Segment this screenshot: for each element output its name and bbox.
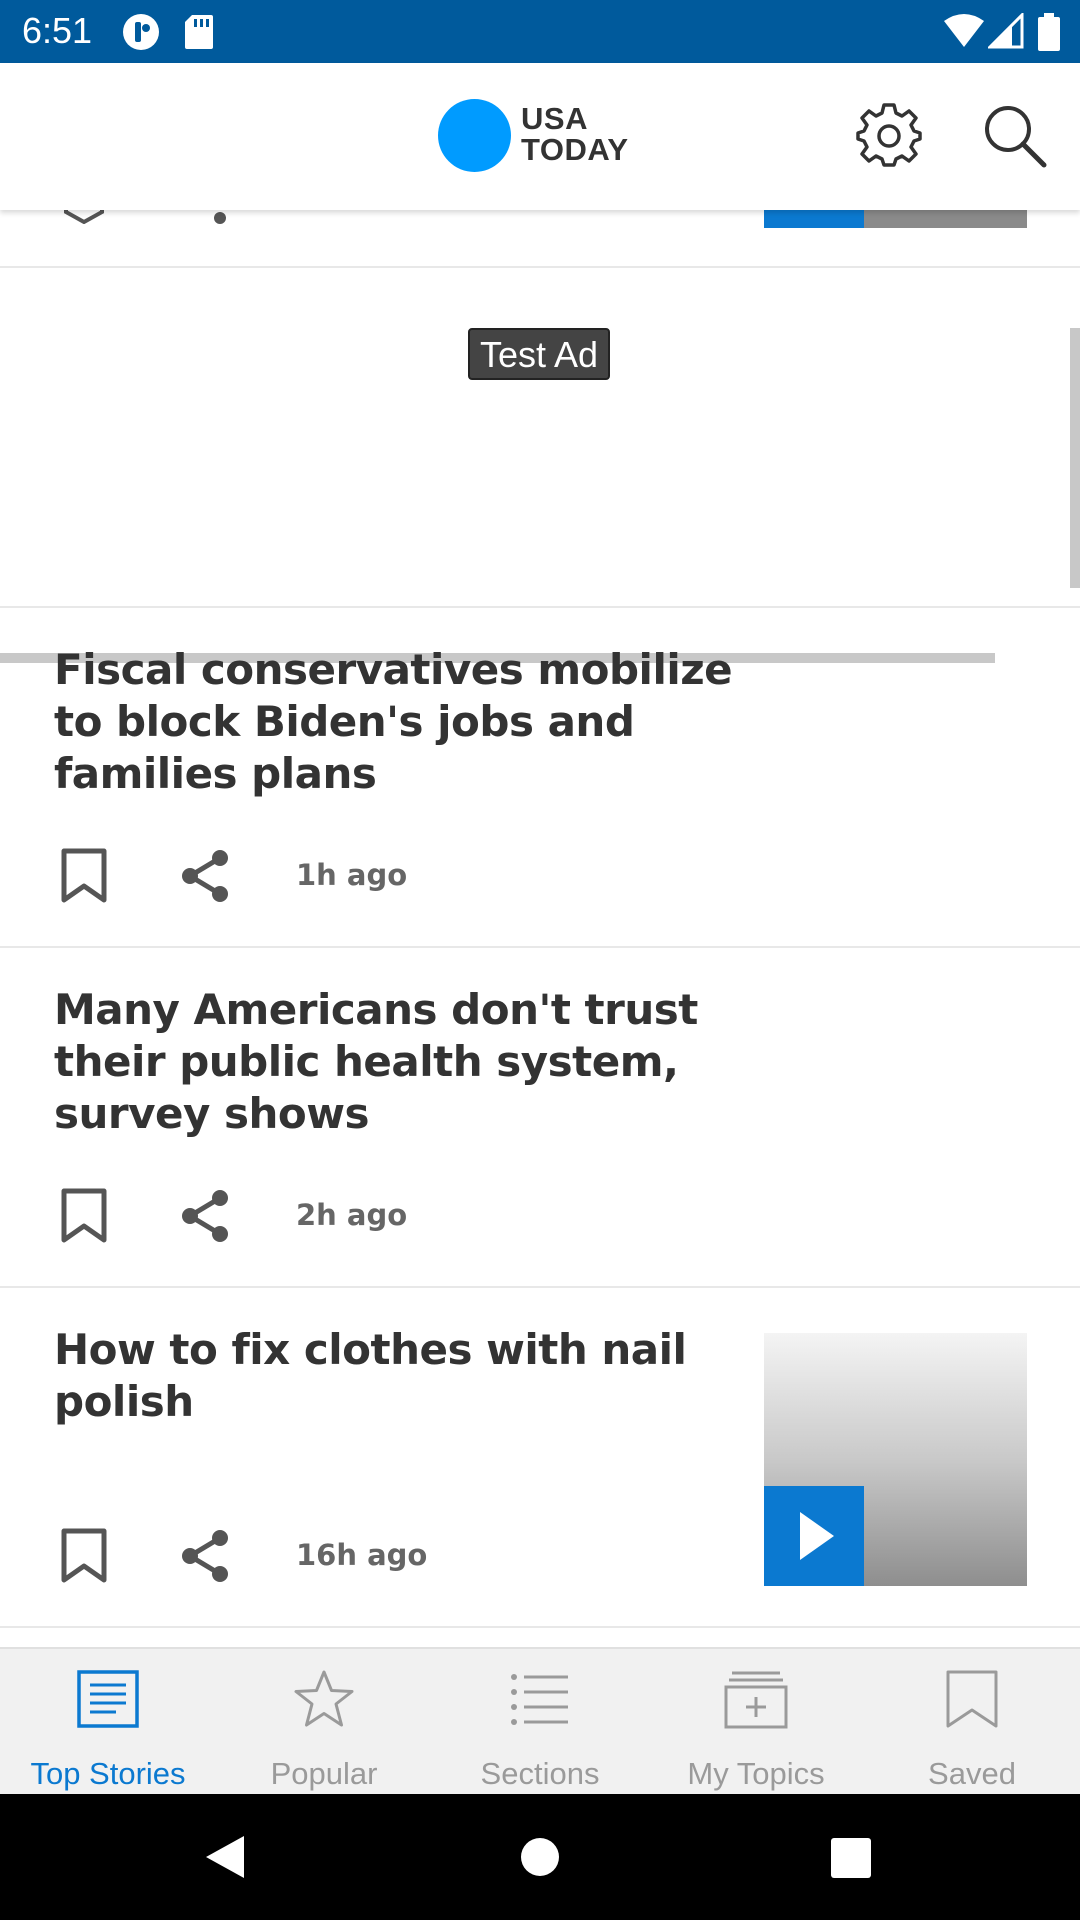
nav-label: Top Stories [30, 1756, 186, 1791]
share-icon[interactable] [214, 212, 226, 224]
notification-icon [123, 14, 159, 50]
ad-banner[interactable]: Test Ad [0, 268, 1080, 663]
sd-card-icon [185, 15, 213, 49]
story-time: 2h ago [296, 1198, 408, 1232]
search-icon[interactable] [982, 103, 1048, 169]
bookmark-icon [946, 1670, 998, 1728]
story-actions: 16h ago [0, 1526, 760, 1586]
nav-sections[interactable]: Sections [432, 1649, 648, 1794]
bookmark-icon[interactable] [58, 1188, 110, 1244]
nav-label: My Topics [687, 1756, 825, 1791]
nav-my-topics[interactable]: My Topics [648, 1649, 864, 1794]
signal-icon [988, 13, 1024, 49]
nav-label: Sections [480, 1756, 600, 1791]
news-feed[interactable]: Test Ad Fiscal conservatives mobilize to… [0, 210, 1080, 1647]
bookmark-icon[interactable] [64, 210, 104, 224]
nav-top-stories[interactable]: Top Stories [0, 1649, 216, 1794]
topics-icon [724, 1671, 788, 1729]
story-actions: 2h ago [0, 1186, 760, 1246]
nav-popular[interactable]: Popular [216, 1649, 432, 1794]
battery-icon [1038, 13, 1060, 51]
logo-line-2: TODAY [521, 132, 629, 167]
home-icon[interactable] [520, 1837, 560, 1877]
story-title[interactable]: Fiscal conservatives mobilize to block B… [54, 644, 744, 800]
ad-label: Test Ad [468, 328, 610, 380]
story-item[interactable]: Fiscal conservatives mobilize to block B… [0, 608, 1080, 946]
ad-scrollbar-vertical[interactable] [1070, 328, 1080, 588]
logo-line-1: USA [521, 101, 588, 136]
nav-label: Saved [928, 1756, 1016, 1791]
play-icon [800, 1512, 834, 1560]
bookmark-icon[interactable] [58, 1528, 110, 1584]
bottom-navigation: Top Stories Popular Sections My Topics S… [0, 1647, 1080, 1794]
story-time: 16h ago [296, 1538, 428, 1572]
story-title[interactable]: Many Americans don't trust their public … [54, 984, 744, 1140]
recents-icon[interactable] [831, 1838, 871, 1878]
app-bar: USA TODAY [0, 63, 1080, 210]
story-time: 1h ago [296, 858, 408, 892]
nav-saved[interactable]: Saved [864, 1649, 1080, 1794]
share-icon[interactable] [178, 1528, 234, 1584]
story-item[interactable]: How to fix clothes with nail polish 16h … [0, 1288, 1080, 1626]
nav-label: Popular [270, 1756, 378, 1791]
story-title[interactable]: How to fix clothes with nail polish [54, 1324, 744, 1428]
share-icon[interactable] [178, 1188, 234, 1244]
star-icon [294, 1670, 354, 1727]
video-play-button[interactable] [764, 1486, 864, 1586]
back-icon[interactable] [202, 1834, 248, 1880]
system-navigation-bar [0, 1794, 1080, 1920]
settings-icon[interactable] [856, 103, 922, 169]
wifi-icon [944, 14, 984, 47]
bookmark-icon[interactable] [58, 848, 110, 904]
status-time: 6:51 [22, 10, 93, 51]
story-item[interactable]: Many Americans don't trust their public … [0, 948, 1080, 1286]
list-icon [511, 1674, 568, 1725]
thumbnail-partial [864, 210, 1027, 228]
usa-today-logo-circle [438, 99, 511, 172]
newspaper-icon [77, 1670, 139, 1728]
status-bar: 6:51 [0, 0, 1080, 63]
divider [0, 1626, 1080, 1628]
story-actions: 1h ago [0, 846, 760, 906]
story-item-partial[interactable] [0, 210, 1080, 266]
video-play-box-partial [764, 210, 864, 228]
usa-today-logo-text: USA TODAY [521, 103, 629, 165]
share-icon[interactable] [178, 848, 234, 904]
